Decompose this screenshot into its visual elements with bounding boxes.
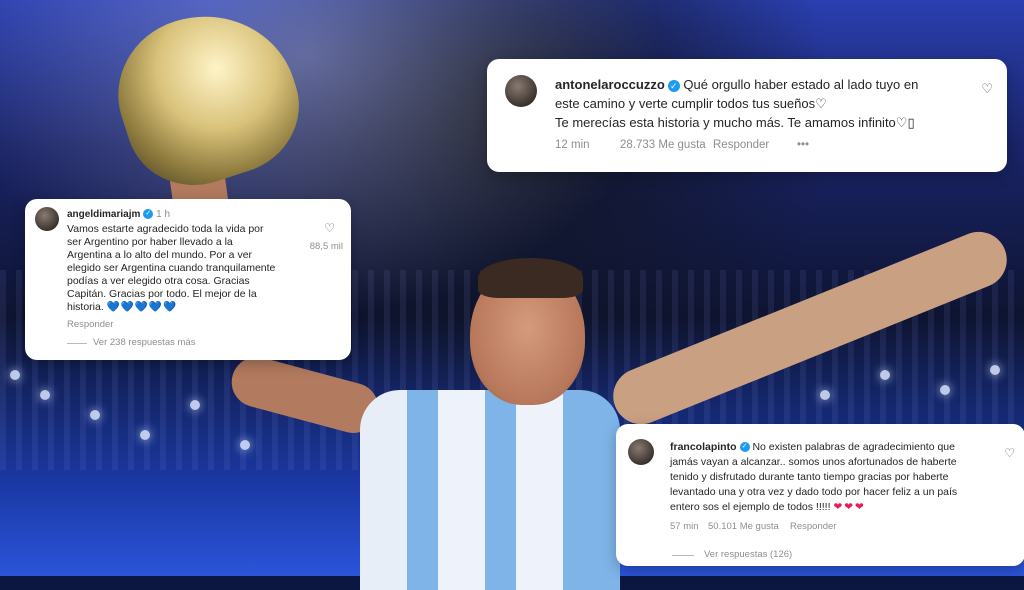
comment-text-line: Vamos estarte agradecido toda la vida po…	[67, 223, 264, 235]
comment-text-line: elegido ser Argentina cuando tranquilame…	[67, 262, 276, 274]
like-heart-icon[interactable]: ♡	[324, 221, 335, 235]
like-heart-icon[interactable]: ♡	[1004, 446, 1015, 460]
more-options-icon[interactable]: •••	[797, 139, 809, 151]
comment-text-line: Capitán. Gracias por todo. El mejor de l…	[67, 288, 257, 300]
argentina-jersey	[360, 390, 620, 590]
comment-card-franco: francolapinto ✓ No existen palabras de ag…	[616, 424, 1024, 566]
player-hair	[478, 258, 583, 298]
comment-text-line: levantado una y otra vez y dado todo por…	[670, 486, 958, 498]
username[interactable]: francolapinto	[670, 441, 737, 453]
comment-text-line: Argentina a lo alto del mundo. Por a ver	[67, 249, 253, 261]
username[interactable]: antonelaroccuzzo	[555, 77, 665, 92]
comment-text: antonelaroccuzzo ✓ Qué orgullo haber esta…	[555, 77, 919, 92]
avatar[interactable]	[35, 207, 59, 231]
verified-icon: ✓	[667, 79, 680, 92]
comment-text-line: ser Argentino por haber llevado a la	[67, 236, 233, 248]
avatar[interactable]	[628, 439, 654, 465]
comment-first-line: francolapinto ✓ No existen palabras de ag…	[670, 441, 955, 453]
reply-button[interactable]: Responder	[790, 521, 836, 532]
replies-divider	[672, 555, 694, 556]
comment-text-line: jamás vayan a alcanzar.. somos unos afor…	[670, 456, 957, 468]
comment-text-line: Te merecías esta historia y mucho más. T…	[555, 115, 915, 130]
username[interactable]: angeldimariajm	[67, 209, 140, 220]
comment-time: 57 min	[670, 521, 699, 532]
like-count: 88,5 mil	[309, 241, 343, 252]
pink-hearts-emoji: ❤❤❤	[833, 501, 866, 513]
comment-card-antonela: antonelaroccuzzo ✓ Qué orgullo haber esta…	[487, 59, 1007, 172]
comment-text-line: tenido y disfrutado durante tanto tiempo…	[670, 471, 949, 483]
verified-icon: ✓	[739, 442, 750, 453]
like-heart-icon[interactable]: ♡	[981, 81, 993, 97]
replies-divider	[67, 343, 87, 344]
reply-button[interactable]: Responder	[67, 319, 113, 330]
blue-hearts-emoji: 💙💙💙💙💙	[106, 301, 178, 313]
comment-time: 1 h	[156, 209, 171, 220]
view-replies-button[interactable]: Ver 238 respuestas más	[93, 337, 195, 348]
comment-header: angeldimariajm ✓ 1 h	[67, 208, 170, 222]
comment-card-angel: angeldimariajm ✓ 1 h Vamos estarte agrade…	[25, 199, 351, 360]
like-count[interactable]: 50.101 Me gusta	[708, 521, 779, 532]
view-replies-button[interactable]: Ver respuestas (126)	[704, 549, 792, 560]
comment-text-line: podías a ver elegido otra cosa. Gracias	[67, 275, 250, 287]
like-count[interactable]: 28.733 Me gusta	[620, 139, 706, 151]
verified-icon: ✓	[143, 209, 154, 220]
reply-button[interactable]: Responder	[713, 139, 769, 151]
avatar[interactable]	[505, 75, 537, 107]
comment-time: 12 min	[555, 139, 590, 151]
comment-text-line: entero sos el ejemplo de todos !!!!! ❤❤❤	[670, 501, 866, 513]
comment-text-line: este camino y verte cumplir todos tus su…	[555, 96, 827, 111]
comment-text-line: historia. 💙💙💙💙💙	[67, 301, 178, 313]
